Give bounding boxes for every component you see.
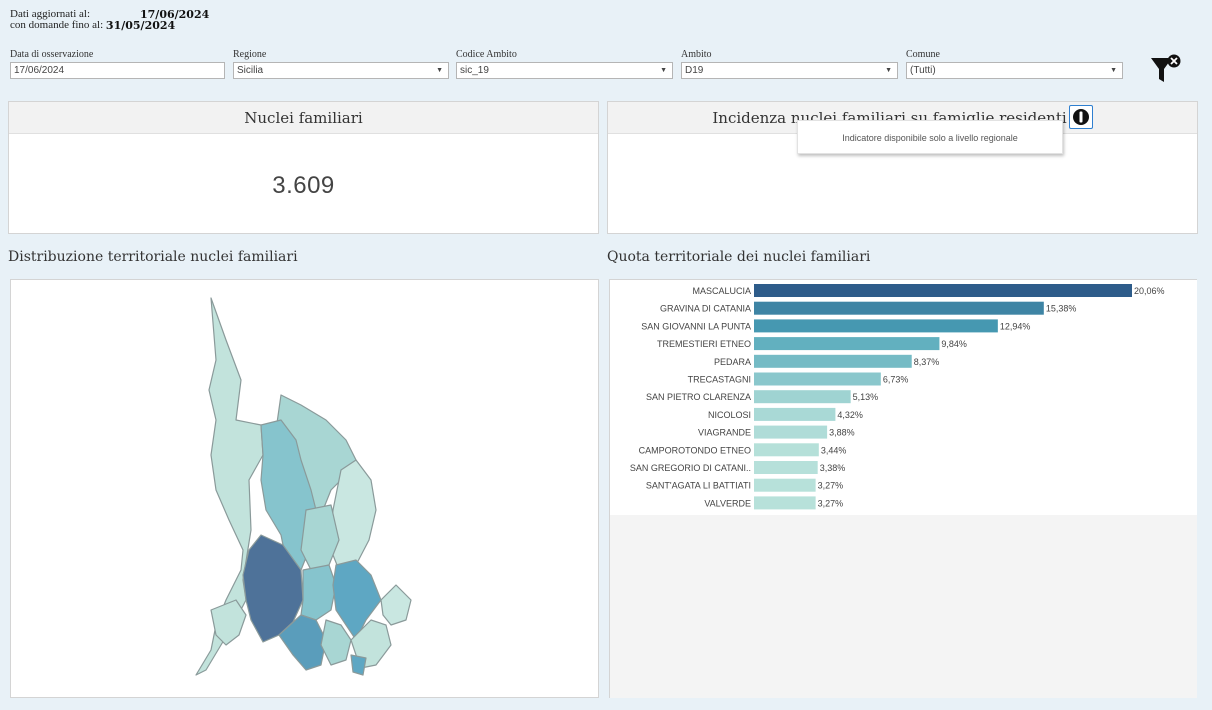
- bar-value-label: 8,37%: [914, 357, 940, 367]
- bar-value-label: 3,27%: [818, 481, 844, 491]
- filter-ambito: Ambito D19 ▼: [681, 49, 898, 79]
- bar[interactable]: [754, 478, 816, 492]
- filter-value: sic_19: [460, 65, 489, 76]
- bar[interactable]: [754, 443, 819, 457]
- update-info: Dati aggiornati al: 17/06/2024 con domand…: [10, 9, 209, 32]
- chart-empty-area: [610, 515, 1197, 698]
- ambito-select[interactable]: D19 ▼: [681, 62, 898, 79]
- filter-label: Ambito: [681, 49, 712, 60]
- territory-map[interactable]: [11, 280, 598, 697]
- bar[interactable]: [754, 496, 816, 510]
- bar-category-label: VALVERDE: [704, 498, 751, 508]
- bar-category-label: SAN PIETRO CLARENZA: [646, 392, 751, 402]
- bar-category-label: GRAVINA DI CATANIA: [660, 304, 751, 314]
- kpi-card-incidenza: Incidenza nuclei familiari su famiglie r…: [607, 101, 1198, 234]
- filter-data-osservazione: Data di osservazione 17/06/2024: [10, 49, 225, 79]
- filter-label: Codice Ambito: [456, 49, 517, 60]
- bar-category-label: NICOLOSI: [708, 410, 751, 420]
- bar-category-label: CAMPOROTONDO ETNEO: [639, 445, 751, 455]
- map-region: [300, 564, 337, 621]
- regione-select[interactable]: Sicilia ▼: [233, 62, 449, 79]
- bar-value-label: 5,13%: [853, 392, 879, 402]
- date-input[interactable]: 17/06/2024: [10, 62, 225, 79]
- bar-value-label: 3,27%: [818, 498, 844, 508]
- kpi-value: 3.609: [272, 172, 335, 199]
- requests-label: con domande fino al:: [10, 19, 104, 31]
- filter-label: Comune: [906, 49, 940, 60]
- requests-date: 31/05/2024: [105, 19, 176, 32]
- bar[interactable]: [754, 425, 828, 439]
- chevron-down-icon: ▼: [1110, 67, 1117, 74]
- bar-category-label: PEDARA: [714, 357, 751, 367]
- bar-value-label: 3,88%: [829, 428, 855, 438]
- bar-value-label: 15,38%: [1046, 304, 1077, 314]
- bar[interactable]: [754, 301, 1044, 315]
- bar-category-label: MASCALUCIA: [692, 286, 751, 296]
- bar[interactable]: [754, 284, 1132, 297]
- bar-value-label: 3,38%: [820, 463, 846, 473]
- bar-value-label: 9,84%: [941, 339, 967, 349]
- kpi-card-nuclei: Nuclei familiari 3.609: [8, 101, 599, 234]
- bar-category-label: SAN GIOVANNI LA PUNTA: [641, 321, 751, 331]
- map-region: [350, 654, 367, 676]
- filter-codice-ambito: Codice Ambito sic_19 ▼: [456, 49, 673, 79]
- comune-select[interactable]: (Tutti) ▼: [906, 62, 1123, 79]
- bar[interactable]: [754, 407, 836, 421]
- bar[interactable]: [754, 372, 881, 386]
- codice-ambito-select[interactable]: sic_19 ▼: [456, 62, 673, 79]
- info-tooltip: Indicatore disponibile solo a livello re…: [797, 120, 1063, 154]
- chart-area: MASCALUCIA 20,06% GRAVINA DI CATANIA 15,38%…: [610, 280, 1197, 515]
- filter-value: 17/06/2024: [14, 65, 65, 76]
- chart-panel: MASCALUCIA 20,06% GRAVINA DI CATANIA 15,38%…: [609, 279, 1197, 698]
- bar-value-label: 4,32%: [837, 410, 863, 420]
- bar-category-label: TRECASTAGNI: [688, 375, 751, 385]
- bar[interactable]: [754, 390, 851, 404]
- filter-label: Data di osservazione: [10, 49, 94, 60]
- filter-comune: Comune (Tutti) ▼: [906, 49, 1123, 79]
- bar-value-label: 3,44%: [821, 445, 847, 455]
- bar[interactable]: [754, 319, 998, 333]
- bar[interactable]: [754, 354, 912, 368]
- bar-category-label: VIAGRANDE: [698, 428, 751, 438]
- bar-value-label: 12,94%: [1000, 321, 1031, 331]
- filter-value: (Tutti): [910, 65, 936, 76]
- chevron-down-icon: ▼: [660, 67, 667, 74]
- map-region: [300, 504, 340, 571]
- bar[interactable]: [754, 461, 818, 474]
- bar-value-label: 6,73%: [883, 375, 909, 385]
- bar-category-label: SAN GREGORIO DI CATANI..: [630, 463, 751, 473]
- chevron-down-icon: ▼: [885, 67, 892, 74]
- kpi-title: Nuclei familiari: [9, 102, 598, 134]
- map-section-title: Distribuzione territoriale nuclei famili…: [8, 249, 298, 265]
- map-panel: [10, 279, 599, 698]
- bar-chart: MASCALUCIA 20,06% GRAVINA DI CATANIA 15,38%…: [630, 284, 1165, 510]
- filter-value: D19: [685, 65, 704, 76]
- chevron-down-icon: ▼: [436, 67, 443, 74]
- bar-category-label: TREMESTIERI ETNEO: [657, 339, 751, 349]
- bar[interactable]: [754, 337, 940, 351]
- bar-category-label: SANT'AGATA LI BATTIATI: [646, 481, 751, 491]
- chart-section-title: Quota territoriale dei nuclei familiari: [607, 249, 871, 265]
- filter-label: Regione: [233, 49, 267, 60]
- info-icon[interactable]: [1068, 105, 1093, 129]
- map-region: [380, 584, 412, 626]
- filter-regione: Regione Sicilia ▼: [233, 49, 449, 79]
- filter-value: Sicilia: [237, 65, 264, 76]
- clear-filter-icon[interactable]: [1150, 52, 1182, 86]
- bar-value-label: 20,06%: [1134, 286, 1165, 296]
